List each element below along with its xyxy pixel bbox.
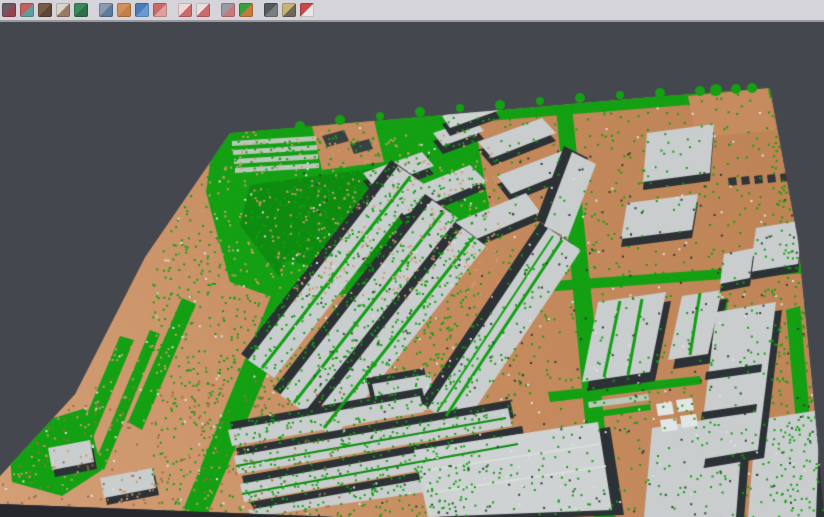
classification-colors-icon[interactable] bbox=[239, 3, 253, 17]
crop-brackets-icon[interactable] bbox=[196, 3, 210, 17]
toolbar bbox=[0, 0, 824, 22]
sparse-points-icon[interactable] bbox=[56, 3, 70, 17]
open-file-icon[interactable] bbox=[2, 3, 16, 17]
target-circle-icon[interactable] bbox=[178, 3, 192, 17]
measure-tan-icon[interactable] bbox=[282, 3, 296, 17]
3d-viewport[interactable] bbox=[0, 22, 824, 517]
flag-stripes-icon[interactable] bbox=[300, 3, 314, 17]
point-cloud-canvas[interactable] bbox=[0, 22, 824, 517]
align-register-icon[interactable] bbox=[20, 3, 34, 17]
camera-capture-icon[interactable] bbox=[264, 3, 278, 17]
column-sample-icon[interactable] bbox=[99, 3, 113, 17]
terrain-mound-icon[interactable] bbox=[38, 3, 52, 17]
ortho-tile-icon[interactable] bbox=[117, 3, 131, 17]
green-surface-icon[interactable] bbox=[74, 3, 88, 17]
globe-icon[interactable] bbox=[135, 3, 149, 17]
toolbar-icon-group bbox=[0, 0, 318, 20]
filter-cell-icon[interactable] bbox=[221, 3, 235, 17]
application-window bbox=[0, 0, 824, 517]
layers-red-icon[interactable] bbox=[153, 3, 167, 17]
